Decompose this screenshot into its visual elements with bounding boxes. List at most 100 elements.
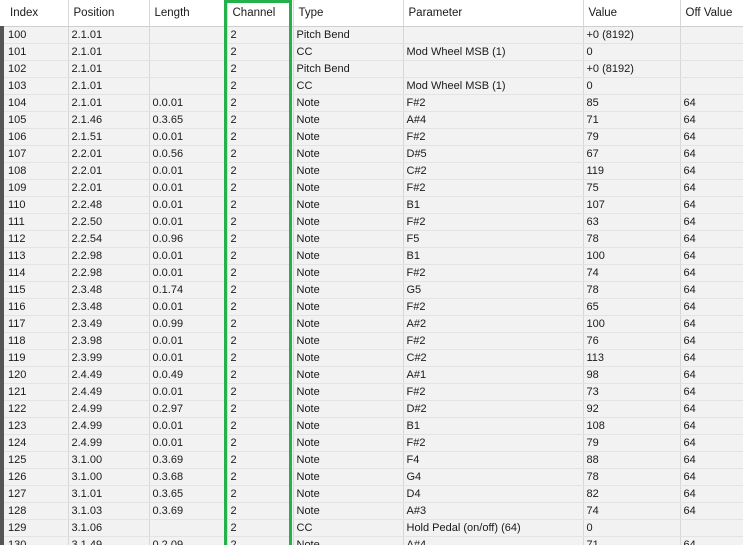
cell-value[interactable]: 100 [583,247,681,265]
cell-off-value[interactable]: 64 [680,451,743,469]
cell-position[interactable]: 2.4.49 [68,383,150,401]
cell-off-value[interactable] [680,519,743,537]
cell-off-value[interactable]: 64 [680,298,743,316]
cell-channel[interactable]: 2 [227,179,294,197]
cell-value[interactable]: +0 (8192) [583,60,681,78]
cell-parameter[interactable]: F4 [403,451,584,469]
cell-position[interactable]: 3.1.01 [68,485,150,503]
cell-off-value[interactable]: 64 [680,196,743,214]
cell-parameter[interactable]: B1 [403,247,584,265]
cell-position[interactable]: 2.3.49 [68,315,150,333]
table-row[interactable]: 120 2.4.49 0.0.49 2 Note A#1 98 64 [0,366,743,384]
cell-type[interactable]: Note [293,281,404,299]
table-row[interactable]: 100 2.1.01 2 Pitch Bend +0 (8192) [0,26,743,44]
cell-length[interactable] [149,43,228,61]
cell-off-value[interactable]: 64 [680,94,743,112]
cell-index[interactable]: 113 [0,247,69,265]
cell-length[interactable]: 0.0.01 [149,162,228,180]
column-header-value[interactable]: Value [583,0,681,27]
cell-type[interactable]: Note [293,128,404,146]
cell-value[interactable]: 78 [583,468,681,486]
cell-channel[interactable]: 2 [227,26,294,44]
column-header-index[interactable]: Index [2,0,69,27]
cell-value[interactable]: +0 (8192) [583,26,681,44]
column-header-type[interactable]: Type [293,0,404,27]
cell-length[interactable]: 0.0.01 [149,247,228,265]
cell-value[interactable]: 0 [583,519,681,537]
cell-parameter[interactable]: F#2 [403,264,584,282]
cell-length[interactable]: 0.3.65 [149,485,228,503]
cell-length[interactable]: 0.0.01 [149,349,228,367]
cell-parameter[interactable]: D#5 [403,145,584,163]
table-row[interactable]: 127 3.1.01 0.3.65 2 Note D4 82 64 [0,485,743,503]
cell-parameter[interactable]: C#2 [403,162,584,180]
cell-value[interactable]: 79 [583,434,681,452]
cell-channel[interactable]: 2 [227,400,294,418]
table-row[interactable]: 105 2.1.46 0.3.65 2 Note A#4 71 64 [0,111,743,129]
cell-channel[interactable]: 2 [227,519,294,537]
cell-index[interactable]: 123 [0,417,69,435]
cell-position[interactable]: 3.1.03 [68,502,150,520]
cell-value[interactable]: 67 [583,145,681,163]
cell-channel[interactable]: 2 [227,485,294,503]
cell-index[interactable]: 125 [0,451,69,469]
table-row[interactable]: 114 2.2.98 0.0.01 2 Note F#2 74 64 [0,264,743,282]
cell-channel[interactable]: 2 [227,451,294,469]
table-row[interactable]: 125 3.1.00 0.3.69 2 Note F4 88 64 [0,451,743,469]
table-row[interactable]: 124 2.4.99 0.0.01 2 Note F#2 79 64 [0,434,743,452]
cell-off-value[interactable]: 64 [680,145,743,163]
cell-parameter[interactable]: F#2 [403,434,584,452]
table-row[interactable]: 111 2.2.50 0.0.01 2 Note F#2 63 64 [0,213,743,231]
cell-value[interactable]: 79 [583,128,681,146]
cell-value[interactable]: 119 [583,162,681,180]
table-row[interactable]: 107 2.2.01 0.0.56 2 Note D#5 67 64 [0,145,743,163]
cell-length[interactable]: 0.0.49 [149,366,228,384]
cell-position[interactable]: 3.1.49 [68,536,150,545]
table-row[interactable]: 110 2.2.48 0.0.01 2 Note B1 107 64 [0,196,743,214]
cell-channel[interactable]: 2 [227,434,294,452]
cell-index[interactable]: 108 [0,162,69,180]
cell-length[interactable]: 0.0.01 [149,383,228,401]
column-header-position[interactable]: Position [68,0,150,27]
cell-type[interactable]: CC [293,43,404,61]
cell-position[interactable]: 2.1.51 [68,128,150,146]
cell-length[interactable]: 0.3.69 [149,451,228,469]
cell-parameter[interactable]: Mod Wheel MSB (1) [403,43,584,61]
cell-parameter[interactable]: A#3 [403,502,584,520]
table-row[interactable]: 122 2.4.99 0.2.97 2 Note D#2 92 64 [0,400,743,418]
table-row[interactable]: 103 2.1.01 2 CC Mod Wheel MSB (1) 0 [0,77,743,95]
cell-channel[interactable]: 2 [227,77,294,95]
cell-length[interactable]: 0.0.56 [149,145,228,163]
cell-type[interactable]: Pitch Bend [293,26,404,44]
table-row[interactable]: 101 2.1.01 2 CC Mod Wheel MSB (1) 0 [0,43,743,61]
cell-type[interactable]: Note [293,417,404,435]
cell-length[interactable]: 0.0.99 [149,315,228,333]
cell-off-value[interactable] [680,26,743,44]
cell-type[interactable]: Note [293,315,404,333]
cell-type[interactable]: Note [293,94,404,112]
cell-value[interactable]: 78 [583,230,681,248]
cell-position[interactable]: 2.2.98 [68,264,150,282]
cell-index[interactable]: 102 [0,60,69,78]
cell-off-value[interactable]: 64 [680,383,743,401]
table-row[interactable]: 130 3.1.49 0.2.09 2 Note A#4 71 64 [0,536,743,545]
cell-type[interactable]: Note [293,247,404,265]
cell-length[interactable]: 0.3.65 [149,111,228,129]
cell-parameter[interactable]: Hold Pedal (on/off) (64) [403,519,584,537]
cell-index[interactable]: 112 [0,230,69,248]
cell-index[interactable]: 129 [0,519,69,537]
table-row[interactable]: 113 2.2.98 0.0.01 2 Note B1 100 64 [0,247,743,265]
cell-position[interactable]: 3.1.00 [68,451,150,469]
cell-type[interactable]: Note [293,162,404,180]
cell-position[interactable]: 3.1.00 [68,468,150,486]
table-row[interactable]: 128 3.1.03 0.3.69 2 Note A#3 74 64 [0,502,743,520]
cell-position[interactable]: 2.1.01 [68,26,150,44]
cell-position[interactable]: 2.1.46 [68,111,150,129]
cell-value[interactable]: 92 [583,400,681,418]
cell-parameter[interactable]: B1 [403,196,584,214]
cell-parameter[interactable]: C#2 [403,349,584,367]
cell-parameter[interactable]: G4 [403,468,584,486]
cell-off-value[interactable]: 64 [680,434,743,452]
cell-type[interactable]: Note [293,434,404,452]
cell-position[interactable]: 2.4.99 [68,417,150,435]
